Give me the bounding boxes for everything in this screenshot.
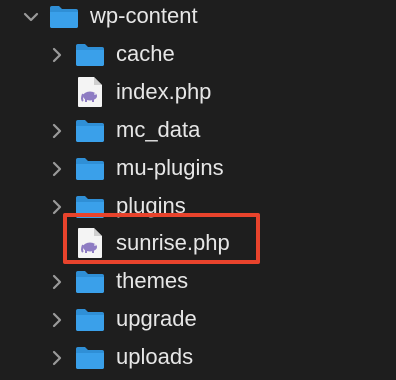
folder-icon (48, 0, 80, 32)
php-file-icon (76, 76, 108, 108)
chevron-down-icon[interactable] (22, 8, 40, 26)
highlight-box (63, 213, 260, 264)
tree-row-label: cache (116, 41, 175, 66)
tree-row-label: mu-plugins (116, 155, 224, 180)
chevron-right-icon[interactable] (48, 311, 66, 329)
tree-row-index-php[interactable]: index.php (0, 74, 396, 112)
chevron-right-icon[interactable] (48, 349, 66, 367)
tree-row-mu-plugins[interactable]: mu-plugins (0, 150, 396, 188)
tree-row-label: themes (116, 268, 189, 293)
folder-icon (74, 114, 106, 146)
chevron-right-icon[interactable] (48, 122, 66, 140)
folder-icon (74, 303, 106, 335)
tree-row-label: mc_data (116, 117, 201, 142)
tree-row-uploads[interactable]: uploads (0, 339, 396, 377)
tree-row-upgrade[interactable]: upgrade (0, 301, 396, 339)
folder-icon (74, 152, 106, 184)
chevron-right-icon[interactable] (48, 273, 66, 291)
tree-row-mc-data[interactable]: mc_data (0, 112, 396, 150)
chevron-right-icon[interactable] (48, 160, 66, 178)
folder-icon (74, 265, 106, 297)
tree-row-label: index.php (116, 79, 212, 104)
folder-icon (74, 38, 106, 70)
tree-row-label: wp-content (90, 3, 198, 28)
chevron-right-icon[interactable] (48, 46, 66, 64)
file-tree: wp-content cache index.php mc_data mu-pl… (0, 0, 396, 380)
folder-icon (74, 341, 106, 373)
tree-row-themes[interactable]: themes (0, 263, 396, 301)
tree-row-wp-content[interactable]: wp-content (0, 0, 396, 36)
tree-row-cache[interactable]: cache (0, 36, 396, 74)
tree-row-label: uploads (116, 344, 194, 369)
tree-row-label: upgrade (116, 306, 197, 331)
